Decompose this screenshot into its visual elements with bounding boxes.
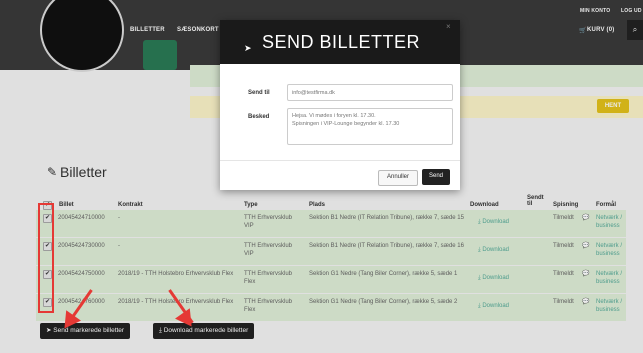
besked-line-2: Spisningen i VIP-Lounge begynder kl. 17.… bbox=[292, 121, 400, 127]
besked-line-1: Hejsa. Vi mødes i foryen kl. 17.30. bbox=[292, 113, 376, 119]
cursor-icon: ➤ bbox=[244, 43, 252, 53]
cancel-button[interactable]: Annuller bbox=[378, 170, 418, 186]
annotation-box-bottom bbox=[38, 311, 54, 313]
modal-divider bbox=[220, 160, 460, 161]
close-icon[interactable]: × bbox=[446, 22, 451, 31]
send-button[interactable]: Send bbox=[422, 169, 450, 185]
annotation-box-left bbox=[38, 203, 40, 313]
modal-title: SEND BILLETTER bbox=[262, 32, 421, 52]
annotation-box-top bbox=[38, 203, 54, 205]
send-til-input[interactable] bbox=[287, 84, 453, 101]
annotation-box-right bbox=[52, 203, 54, 313]
besked-label: Besked bbox=[248, 114, 270, 120]
send-tickets-modal: ➤ SEND BILLETTER × Send til Besked Hejsa… bbox=[220, 20, 460, 190]
besked-textarea[interactable]: Hejsa. Vi mødes i foryen kl. 17.30. Spis… bbox=[287, 108, 453, 145]
send-til-label: Send til bbox=[248, 90, 270, 96]
modal-header: ➤ SEND BILLETTER × bbox=[220, 20, 460, 64]
